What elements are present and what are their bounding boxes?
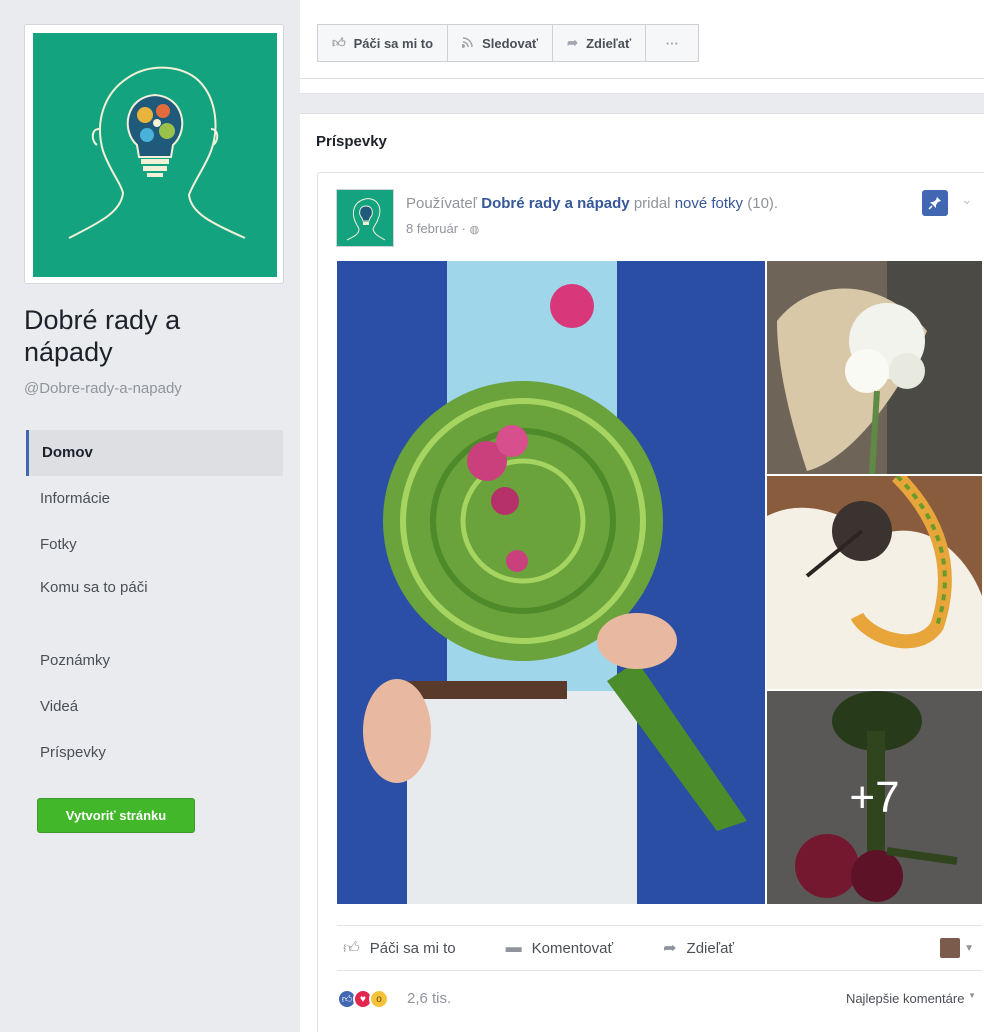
profile-picture[interactable] [33,33,277,277]
share-arrow-icon: ➦ [663,940,677,957]
post-card: Používateľ Dobré rady a nápady pridal no… [317,172,984,1032]
page-like-button[interactable]: 👍︎ Páči sa mi to [317,24,449,62]
left-sidebar: Dobré rady a nápady @Dobre-rady-a-napady… [0,0,300,1032]
head-lightbulb-logo-icon [346,198,386,241]
top-comments-label: Najlepšie komentáre [845,991,965,1006]
caret-down-icon: ▼ [968,991,976,1000]
post-photo-count: (10). [747,195,779,212]
post-date-text: 8 február · [406,221,466,236]
wow-reaction-icon: o [369,989,389,1009]
nav-item-likes[interactable]: Komu sa to páči [26,568,283,638]
page-share-button[interactable]: ➦ Zdieľať [552,24,647,62]
nav-item-photos[interactable]: Fotky [26,522,283,568]
nav-item-home[interactable]: Domov [26,430,283,476]
post-comment-button[interactable]: ▬ Komentovať [500,939,620,957]
page-nav: Domov Informácie Fotky Komu sa to páči P… [26,430,283,776]
pin-icon [922,190,948,216]
post-photos-link[interactable]: nové fotky [675,195,743,212]
nav-item-about[interactable]: Informácie [26,476,283,522]
post-comment-label: Komentovať [531,939,614,957]
page-follow-label: Sledovať [482,35,539,51]
rss-follow-icon [461,36,474,51]
post-action-text: pridal [633,195,671,212]
post-share-label: Zdieľať [686,939,735,957]
create-page-button[interactable]: Vytvoriť stránku [37,798,195,833]
profile-picture-frame[interactable] [24,24,284,284]
post-as-selector[interactable]: ▼ [940,938,974,958]
reaction-count[interactable]: 2,6 tis. [407,990,451,1007]
more-dots-icon: ··· [665,35,679,51]
post-like-label: Páči sa mi to [369,939,456,957]
page-title: Dobré rady a nápady [24,305,181,367]
top-comments-dropdown[interactable]: Najlepšie komentáre ▼ [846,991,976,1006]
nav-item-videos[interactable]: Videá [26,684,283,730]
nav-item-posts[interactable]: Príspevky [26,730,283,776]
page-like-label: Páči sa mi to [353,35,434,51]
posts-section: Príspevky Používateľ Dobré rady a nápady… [300,113,984,1032]
page-action-buttons: 👍︎ Páči sa mi to Sledovať ➦ Zdieľať ··· [317,24,700,62]
post-header: Používateľ Dobré rady a nápady pridal no… [406,195,778,212]
post-author-link[interactable]: Dobré rady a nápady [481,195,629,212]
post-options-chevron-icon[interactable]: ⌄ [961,191,973,208]
bouquet-photo [337,261,765,904]
post-timestamp[interactable]: 8 február · ◍ [406,221,479,236]
post-photo-grid: +7 [337,261,982,907]
avatar [940,938,961,958]
post-header-prefix: Používateľ [406,195,478,212]
post-photo-thumb-3[interactable]: +7 [767,691,982,904]
reactions-summary: 👍︎ ♥ o 2,6 tis. Najlepšie komentáre ▼ [337,986,982,1012]
bride-bouquet-photo [767,476,982,689]
page-action-bar: 👍︎ Páči sa mi to Sledovať ➦ Zdieľať ··· [300,0,984,94]
post-photo-thumb-1[interactable] [767,261,982,474]
head-lightbulb-logo-icon [68,66,246,239]
post-photo-thumb-2[interactable] [767,476,982,689]
post-author-avatar[interactable] [336,189,394,247]
post-share-button[interactable]: ➦ Zdieľať [657,938,740,958]
caret-down-icon: ▼ [964,942,974,954]
page-follow-button[interactable]: Sledovať [447,24,554,62]
page-share-label: Zdieľať [586,35,632,51]
page-more-button[interactable]: ··· [645,24,700,62]
more-photos-overlay[interactable]: +7 [767,691,982,904]
page-handle[interactable]: @Dobre-rady-a-napady [24,380,182,397]
nav-item-notes[interactable]: Poznámky [26,638,283,684]
posts-section-title: Príspevky [316,133,387,150]
post-like-button[interactable]: 👍︎ Páči sa mi to [337,939,462,958]
thumbs-up-icon: 👍︎ [343,939,360,957]
post-photo-main[interactable] [337,261,765,904]
reaction-icons[interactable]: 👍︎ ♥ o [337,989,389,1009]
globe-icon: ◍ [469,224,480,236]
nav-item-likes-label: Komu sa to páči [40,579,148,596]
thumbs-up-icon: 👍︎ [332,35,346,50]
share-arrow-icon: ➦ [567,35,579,50]
post-action-row: 👍︎ Páči sa mi to ▬ Komentovať ➦ Zdieľať … [337,925,982,971]
divider [300,78,984,79]
comment-icon: ▬ [505,939,522,956]
shell-flowers-photo [767,261,982,474]
